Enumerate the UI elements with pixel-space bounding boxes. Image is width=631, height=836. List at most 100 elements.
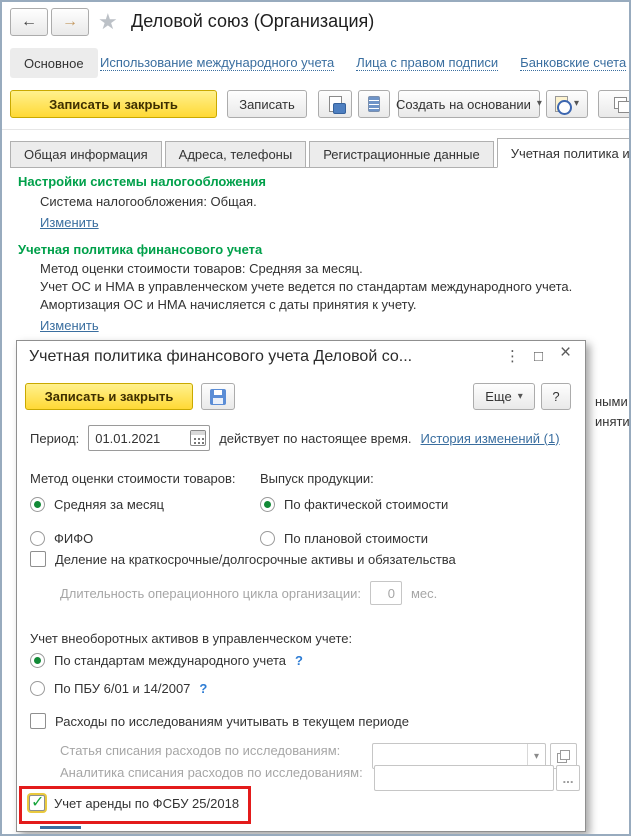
- document-clock-icon: [554, 96, 572, 115]
- register-records-button[interactable]: [358, 90, 390, 118]
- research-analytics-ellipsis-button[interactable]: ...: [556, 765, 580, 791]
- more-label: Еще: [485, 389, 512, 404]
- period-row: Период: действует по настоящее время. Ис…: [30, 425, 560, 451]
- help-icon[interactable]: ?: [295, 653, 303, 668]
- partially-visible-link[interactable]: [40, 826, 81, 829]
- close-icon[interactable]: ×: [560, 343, 571, 363]
- nav-links: Использование международного учета Лица …: [100, 48, 627, 78]
- lease-label: Учет аренды по ФСБУ 25/2018: [54, 795, 240, 811]
- radio-label: ФИФО: [54, 531, 94, 546]
- division-checkbox-row: Деление на краткосрочные/долгосрочные ак…: [30, 551, 456, 567]
- nav-tab-main[interactable]: Основное: [10, 48, 98, 78]
- research-item-input[interactable]: [373, 748, 527, 764]
- favorite-star-icon[interactable]: ★: [98, 11, 118, 33]
- save-and-close-button[interactable]: Записать и закрыть: [10, 90, 217, 118]
- cycle-row: Длительность операционного цикла организ…: [60, 581, 437, 605]
- back-button[interactable]: ←: [10, 8, 48, 36]
- research-analytics-input[interactable]: [375, 770, 553, 786]
- open-in-new-icon: [557, 749, 570, 763]
- tax-section-title: Настройки системы налогообложения: [18, 174, 266, 189]
- stacked-sheets-icon: [613, 97, 629, 113]
- save-button[interactable]: Записать: [227, 90, 307, 118]
- policy-line-2: Учет ОС и НМА в управленческом учете вед…: [40, 279, 573, 294]
- radio-fifo[interactable]: [30, 531, 45, 546]
- chevron-down-icon: ▾: [517, 390, 523, 402]
- dialog-save-and-close-button[interactable]: Записать и закрыть: [25, 383, 193, 410]
- nav-link-international[interactable]: Использование международного учета: [100, 55, 335, 71]
- cycle-input[interactable]: [370, 585, 401, 601]
- noncurrent-group-label: Учет внеоборотных активов в управленческ…: [30, 631, 353, 646]
- period-note: действует по настоящее время.: [219, 430, 412, 446]
- page-title: Деловой союз (Организация): [131, 11, 375, 31]
- radio-international-standards[interactable]: [30, 653, 45, 668]
- history-link[interactable]: История изменений (1): [421, 431, 560, 446]
- app-window: ← → ★ Деловой союз (Организация) Основно…: [0, 0, 631, 836]
- radio-label: Средняя за месяц: [54, 497, 164, 512]
- tab-addresses[interactable]: Адреса, телефоны: [164, 141, 307, 167]
- more-button[interactable]: Еще ▾: [473, 383, 535, 410]
- clipped-background-text: ными д: [595, 394, 629, 409]
- tax-system-text: Система налогообложения: Общая.: [40, 194, 257, 209]
- tab-registration[interactable]: Регистрационные данные: [309, 141, 494, 167]
- kebab-menu-icon[interactable]: ⋮: [505, 347, 520, 367]
- research-analytics-field: [374, 765, 554, 791]
- post-document-button[interactable]: [318, 90, 352, 118]
- radio-planned-cost[interactable]: [260, 531, 275, 546]
- forward-arrow-icon: →: [62, 13, 78, 30]
- nav-link-signers[interactable]: Лица с правом подписи: [356, 55, 499, 71]
- clipped-background-text: инятия: [595, 414, 630, 429]
- valuation-group-label: Метод оценки стоимости товаров:: [30, 471, 236, 486]
- reports-dropdown-button[interactable]: ▾: [546, 90, 588, 118]
- policy-change-link[interactable]: Изменить: [40, 318, 99, 333]
- radio-row: По плановой стоимости: [260, 531, 428, 546]
- lease-checkbox-row: Учет аренды по ФСБУ 25/2018: [29, 792, 240, 812]
- research-analytics-row: Аналитика списания расходов по исследова…: [60, 765, 363, 780]
- radio-row: По фактической стоимости: [260, 497, 448, 512]
- document-database-icon: [328, 96, 346, 114]
- period-input[interactable]: [89, 430, 191, 446]
- cycle-unit: мес.: [410, 585, 438, 601]
- period-label: Период:: [30, 430, 80, 446]
- help-icon[interactable]: ?: [199, 681, 207, 696]
- floppy-disk-icon: [210, 388, 226, 405]
- tab-general-info[interactable]: Общая информация: [10, 141, 162, 167]
- radio-label: По плановой стоимости: [284, 531, 428, 546]
- toolbar-separator: [2, 129, 629, 130]
- back-arrow-icon: ←: [21, 13, 37, 30]
- dialog-title: Учетная политика финансового учета Делов…: [29, 348, 413, 365]
- radio-row: По стандартам международного учета ?: [30, 653, 303, 668]
- policy-line-3: Амортизация ОС и НМА начисляется с даты …: [40, 297, 417, 312]
- radio-average-month[interactable]: [30, 497, 45, 512]
- radio-pbu[interactable]: [30, 681, 45, 696]
- tab-accounting-policy[interactable]: Учетная политика и налоги: [496, 138, 629, 168]
- forward-button[interactable]: →: [51, 8, 89, 36]
- create-based-on-button[interactable]: Создать на основании ▾: [396, 90, 542, 118]
- dialog-save-button[interactable]: [201, 383, 235, 410]
- history-nav: ← →: [10, 8, 89, 36]
- tax-change-link[interactable]: Изменить: [40, 215, 99, 230]
- help-button[interactable]: ?: [541, 383, 571, 410]
- accounting-policy-dialog: Учетная политика финансового учета Делов…: [16, 340, 586, 832]
- cycle-input-wrap: [369, 581, 402, 605]
- cycle-label: Длительность операционного цикла организ…: [60, 585, 361, 601]
- radio-row: Средняя за месяц: [30, 497, 164, 512]
- radio-row: ФИФО: [30, 531, 93, 546]
- research-item-label: Статья списания расходов по исследования…: [60, 743, 341, 758]
- division-label: Деление на краткосрочные/долгосрочные ак…: [55, 551, 456, 567]
- chevron-down-icon: ▾: [536, 98, 542, 109]
- research-analytics-label: Аналитика списания расходов по исследова…: [60, 765, 363, 780]
- research-label: Расходы по исследованиям учитывать в тек…: [55, 713, 409, 729]
- period-input-wrap: [88, 425, 211, 451]
- lease-checkbox[interactable]: [29, 792, 45, 812]
- database-stack-icon: [368, 96, 380, 112]
- tab-strip: Общая информация Адреса, телефоны Регист…: [10, 138, 629, 168]
- research-checkbox[interactable]: [30, 713, 46, 729]
- division-checkbox[interactable]: [30, 551, 46, 567]
- output-group-label: Выпуск продукции:: [260, 471, 374, 486]
- nav-link-bank-accounts[interactable]: Банковские счета: [520, 55, 627, 71]
- calendar-icon[interactable]: [190, 430, 207, 446]
- radio-actual-cost[interactable]: [260, 497, 275, 512]
- clipped-toolbar-button[interactable]: [598, 90, 629, 118]
- policy-section-title: Учетная политика финансового учета: [18, 242, 263, 257]
- maximize-icon[interactable]: □: [534, 347, 543, 367]
